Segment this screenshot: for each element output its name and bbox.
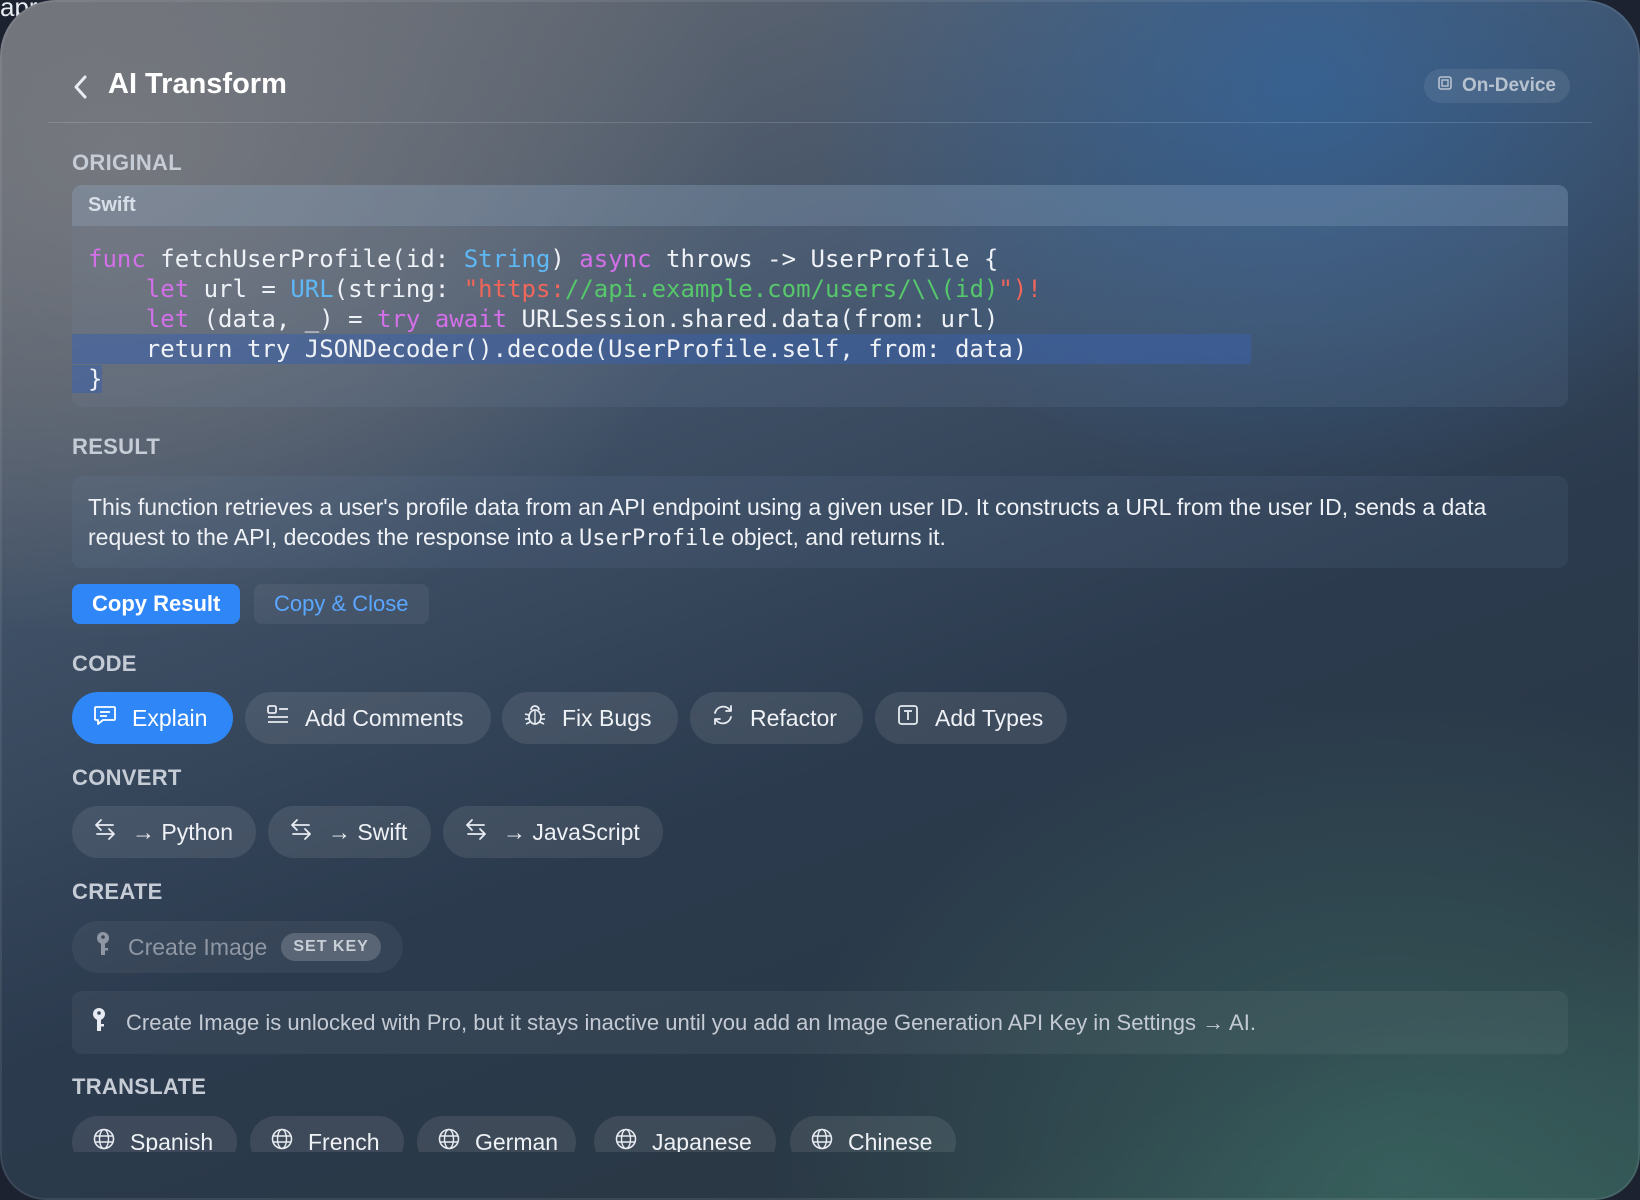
create-info-text: Create Image is unlocked with Pro, but i… (126, 1009, 1256, 1035)
list-comment-icon (265, 702, 291, 734)
translate-german-label: German (475, 1128, 559, 1153)
translate-chinese-button[interactable]: Chinese (790, 1116, 956, 1152)
code-line: let url = URL(string: "https://api.examp… (145, 275, 1042, 303)
code-line: return try JSONDecoder().decode(UserProf… (72, 334, 1251, 364)
translate-spanish-label: Spanish (130, 1128, 214, 1153)
copy-close-button[interactable]: Copy & Close (254, 584, 429, 624)
translate-french-button[interactable]: French (250, 1116, 404, 1152)
result-text-after: object, and returns it. (724, 524, 946, 550)
result-text-code: UserProfile (579, 526, 725, 551)
translate-row: Spanish French German Japanese Chinese (0, 1112, 1640, 1152)
refactor-button[interactable]: Refactor (690, 692, 863, 744)
convert-python-button[interactable]: → Python (72, 806, 256, 858)
type-box-icon (895, 702, 921, 734)
header: AI Transform On-Device (48, 52, 1592, 123)
bug-icon (522, 702, 548, 734)
create-image-button[interactable]: Create Image SET KEY (72, 921, 403, 973)
fix-bugs-label: Fix Bugs (562, 704, 652, 731)
convert-javascript-button[interactable]: → JavaScript (443, 806, 663, 858)
badge-label: On-Device (1462, 75, 1556, 96)
refactor-label: Refactor (750, 704, 837, 731)
chevron-left-icon[interactable] (70, 72, 92, 102)
convert-javascript-label: → JavaScript (503, 818, 640, 845)
create-label: CREATE (72, 879, 163, 904)
convert-label: CONVERT (72, 765, 182, 790)
translate-japanese-button[interactable]: Japanese (594, 1116, 776, 1152)
page-title: AI Transform (108, 68, 287, 100)
code-block[interactable]: func fetchUserProfile(id: String) async … (72, 226, 1568, 394)
code-language: Swift (72, 185, 1568, 226)
create-image-label: Create Image (128, 933, 268, 960)
translate-japanese-label: Japanese (652, 1128, 752, 1153)
key-icon (88, 1006, 110, 1040)
explain-button[interactable]: Explain (72, 692, 233, 744)
translate-german-button[interactable]: German (417, 1116, 576, 1152)
create-info-card: Create Image is unlocked with Pro, but i… (72, 991, 1568, 1054)
translate-label: TRANSLATE (72, 1074, 207, 1099)
key-icon (92, 930, 114, 964)
swap-arrows-icon (288, 816, 314, 848)
code-section-label: CODE (72, 651, 137, 676)
original-code-card: Swift func fetchUserProfile(id: String) … (72, 185, 1568, 407)
add-comments-button[interactable]: Add Comments (245, 692, 491, 744)
explain-label: Explain (132, 704, 208, 731)
chip-icon (1436, 74, 1454, 98)
convert-swift-button[interactable]: → Swift (268, 806, 431, 858)
swap-arrows-icon (92, 816, 118, 848)
translate-spanish-button[interactable]: Spanish (72, 1116, 237, 1152)
swap-arrows-icon (463, 816, 489, 848)
add-types-button[interactable]: Add Types (875, 692, 1067, 744)
globe-icon (810, 1127, 834, 1152)
result-label: RESULT (72, 434, 161, 459)
convert-python-label: → Python (132, 818, 233, 845)
globe-icon (437, 1127, 461, 1152)
add-comments-label: Add Comments (305, 704, 464, 731)
translate-chinese-label: Chinese (848, 1128, 933, 1153)
fix-bugs-button[interactable]: Fix Bugs (502, 692, 678, 744)
code-line: } (72, 364, 1568, 394)
chat-icon (92, 702, 118, 734)
code-line: let (data, _) = try await URLSession.sha… (145, 305, 999, 333)
copy-result-button[interactable]: Copy Result (72, 584, 241, 624)
translate-french-label: French (308, 1128, 380, 1153)
result-text[interactable]: This function retrieves a user's profile… (72, 476, 1568, 568)
refresh-icon (710, 702, 736, 734)
original-label: ORIGINAL (72, 150, 182, 175)
convert-swift-label: → Swift (328, 818, 408, 845)
add-types-label: Add Types (935, 704, 1044, 731)
globe-icon (92, 1127, 116, 1152)
globe-icon (614, 1127, 638, 1152)
code-line: func fetchUserProfile(id: String) async … (88, 245, 999, 273)
globe-icon (270, 1127, 294, 1152)
set-key-badge[interactable]: SET KEY (281, 933, 381, 961)
ai-transform-window: AI Transform On-Device ORIGINAL Swift fu… (0, 0, 1640, 1200)
on-device-badge: On-Device (1424, 69, 1570, 103)
